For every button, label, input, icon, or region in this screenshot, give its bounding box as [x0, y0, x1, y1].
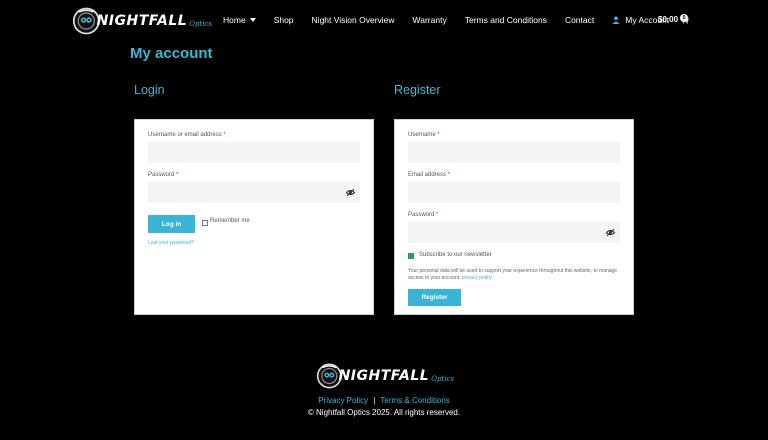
label-text: Username: [408, 132, 436, 138]
main-nav: Home Shop Night Vision Overview Warranty…: [223, 15, 687, 25]
login-username-input[interactable]: [148, 142, 360, 163]
nav-item-terms[interactable]: Terms and Conditions: [465, 15, 547, 25]
required-mark: *: [447, 172, 451, 178]
privacy-notice: Your personal data will be used to suppo…: [408, 268, 623, 281]
register-username-input[interactable]: [408, 142, 620, 163]
nav-item-night-vision-overview[interactable]: Night Vision Overview: [312, 15, 395, 25]
nav-item-contact[interactable]: Contact: [565, 15, 594, 25]
logo-subtext: Optics: [431, 375, 454, 383]
register-title: Register: [394, 83, 441, 97]
privacy-policy-link[interactable]: privacy policy: [462, 275, 492, 281]
copyright: © Nightfall Optics 2025. All rights rese…: [307, 408, 461, 417]
register-email-input[interactable]: [408, 182, 620, 203]
nav-label: Terms and Conditions: [464, 15, 547, 25]
newsletter-checkbox[interactable]: [408, 253, 414, 259]
cart-total: $0.00: [658, 15, 679, 24]
label-text: Password: [148, 172, 175, 178]
register-button[interactable]: Register: [408, 289, 461, 306]
nav-label: Night Vision Overview: [311, 15, 395, 25]
privacy-notice-text: Your personal data will be used to suppo…: [408, 268, 618, 281]
nav-label: Contact: [564, 15, 595, 25]
username-label: Username *: [408, 132, 440, 138]
nav-item-home[interactable]: Home: [223, 15, 256, 25]
footer-separator: |: [373, 396, 376, 405]
label-text: Email address: [408, 172, 447, 178]
footer-links: Privacy Policy | Terms & Conditions: [0, 396, 768, 405]
nav-label: Shop: [273, 15, 294, 25]
cart-count-badge: 0: [680, 14, 688, 22]
footer-terms-link[interactable]: Terms & Conditions: [380, 396, 449, 405]
eye-slash-icon[interactable]: [346, 188, 355, 197]
nav-label: Home: [223, 15, 246, 25]
user-icon: [612, 16, 620, 24]
login-button[interactable]: Log in: [148, 215, 195, 233]
required-mark: *: [176, 172, 179, 178]
password-label: Password *: [408, 212, 438, 218]
lost-password-link[interactable]: Lost your password?: [148, 240, 194, 246]
footer-logo[interactable]: NIGHTFALL Optics: [316, 361, 454, 391]
logo-text: NIGHTFALL: [338, 368, 430, 384]
label-text: Password: [408, 212, 435, 218]
page-title: My account: [130, 45, 213, 62]
page: NIGHTFALL Optics Home Shop Night Vision …: [0, 0, 768, 440]
logo-text: NIGHTFALL: [96, 13, 188, 29]
remember-me-label: Remember me: [210, 218, 250, 224]
site-logo[interactable]: NIGHTFALL Optics: [72, 5, 212, 37]
label-text: Username or email address: [148, 132, 222, 138]
register-form: Username * Email address * Password * Su…: [394, 119, 634, 315]
nav-label: Warranty: [412, 15, 447, 25]
logo-subtext: Optics: [189, 20, 212, 28]
newsletter-label: Subscribe to our newsletter: [419, 252, 492, 258]
nav-item-shop[interactable]: Shop: [274, 15, 294, 25]
footer-privacy-link[interactable]: Privacy Policy: [318, 396, 368, 405]
eye-slash-icon[interactable]: [606, 228, 615, 237]
nav-item-warranty[interactable]: Warranty: [413, 15, 447, 25]
login-form: Username or email address * Password * L…: [134, 119, 374, 315]
site-header: NIGHTFALL Optics Home Shop Night Vision …: [0, 0, 768, 42]
required-mark: *: [223, 132, 226, 138]
login-password-input[interactable]: [148, 182, 360, 203]
register-password-input[interactable]: [408, 222, 620, 243]
remember-me-checkbox[interactable]: [202, 220, 208, 226]
password-label: Password *: [148, 172, 178, 178]
email-label: Email address *: [408, 172, 450, 178]
required-mark: *: [437, 132, 440, 138]
required-mark: *: [436, 212, 439, 218]
login-title: Login: [134, 83, 165, 97]
username-label: Username or email address *: [148, 132, 226, 138]
chevron-down-icon: [249, 18, 256, 22]
